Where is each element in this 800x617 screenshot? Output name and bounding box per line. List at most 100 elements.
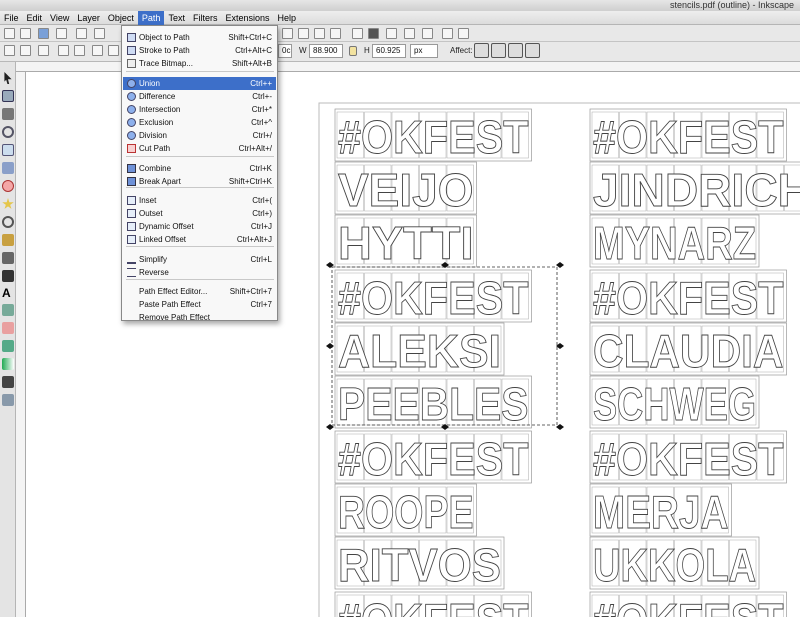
menu-file[interactable]: File: [0, 11, 23, 25]
select-all-icon[interactable]: [4, 45, 15, 56]
menu-item-intersection[interactable]: Intersection Ctrl+*: [123, 103, 276, 116]
connector-tool-icon[interactable]: [2, 394, 14, 406]
menu-item-cut-path[interactable]: Cut Path Ctrl+Alt+/: [123, 142, 276, 155]
menu-item-division[interactable]: Division Ctrl+/: [123, 129, 276, 142]
print-icon[interactable]: [56, 28, 67, 39]
selector-tool-icon[interactable]: [4, 72, 12, 84]
menu-item-label: Intersection: [139, 105, 181, 114]
fill-stroke-icon[interactable]: [386, 28, 397, 39]
menu-text[interactable]: Text: [164, 11, 189, 25]
menu-item-stroke-to-path[interactable]: Stroke to Path Ctrl+Alt+C: [123, 44, 276, 57]
stencil-text: #OKFEST: [593, 272, 784, 324]
align-icon[interactable]: [422, 28, 433, 39]
new-document-icon[interactable]: [4, 28, 15, 39]
gradient-tool-icon[interactable]: [2, 358, 14, 370]
zoom-selection-icon[interactable]: [282, 28, 293, 39]
dropper-tool-icon[interactable]: [2, 376, 14, 388]
menu-object[interactable]: Object: [104, 11, 138, 25]
rotate-cw-icon[interactable]: [74, 45, 85, 56]
scale-stroke-icon[interactable]: [474, 43, 489, 58]
menu-view[interactable]: View: [46, 11, 73, 25]
calligraphy-tool-icon[interactable]: [2, 270, 14, 282]
rectangle-tool-icon[interactable]: [2, 144, 14, 156]
unit-select[interactable]: px: [410, 44, 438, 58]
duplicate-icon[interactable]: [314, 28, 325, 39]
flip-vertical-icon[interactable]: [108, 45, 119, 56]
menu-item-exclusion[interactable]: Exclusion Ctrl+^: [123, 116, 276, 129]
star-tool-icon[interactable]: [2, 198, 14, 209]
menu-item-label: Combine: [139, 164, 172, 173]
spiral-tool-icon[interactable]: [2, 216, 14, 228]
transform-patterns-icon[interactable]: [525, 43, 540, 58]
menu-edit[interactable]: Edit: [23, 11, 47, 25]
menu-item-union[interactable]: Union Ctrl++: [123, 77, 276, 90]
pencil-tool-icon[interactable]: [2, 234, 14, 246]
menu-item-paste-path-effect[interactable]: Paste Path Effect Ctrl+7: [123, 298, 276, 311]
text-tool-icon[interactable]: [368, 28, 379, 39]
menu-item-object-to-path[interactable]: Object to Path Shift+Ctrl+C: [123, 31, 276, 44]
menu-item-linked-offset[interactable]: Linked Offset Ctrl+Alt+J: [123, 233, 276, 246]
stencil-text: PEEBLES: [338, 378, 529, 430]
intersection-icon: [127, 105, 136, 114]
exclusion-icon: [127, 118, 136, 127]
menu-item-simplify[interactable]: Simplify Ctrl+L: [123, 253, 276, 266]
eraser-tool-icon[interactable]: [2, 322, 14, 334]
menu-item-reverse[interactable]: Reverse: [123, 266, 276, 279]
3d-box-tool-icon[interactable]: [2, 162, 14, 174]
spray-tool-icon[interactable]: [2, 304, 14, 316]
select-all-layers-icon[interactable]: [20, 45, 31, 56]
menu-item-shortcut: Ctrl+Alt+/: [238, 144, 272, 153]
menu-item-trace-bitmap[interactable]: Trace Bitmap... Shift+Alt+B: [123, 57, 276, 70]
paint-bucket-icon[interactable]: [2, 340, 14, 352]
stencil-text: JINDRICH: [593, 164, 800, 216]
zoom-drawing-icon[interactable]: [298, 28, 309, 39]
rotate-ccw-icon[interactable]: [58, 45, 69, 56]
stencil-text: #OKFEST: [593, 433, 784, 485]
menu-item-remove-path-effect[interactable]: Remove Path Effect: [123, 311, 276, 324]
menu-filters[interactable]: Filters: [189, 11, 222, 25]
text-tool-icon-label[interactable]: A: [2, 287, 14, 299]
clone-icon[interactable]: [330, 28, 341, 39]
node-tool-icon[interactable]: [2, 90, 14, 102]
menu-item-break-apart[interactable]: Break Apart Shift+Ctrl+K: [123, 175, 276, 188]
menu-item-label: Path Effect Editor...: [139, 287, 208, 296]
width-field[interactable]: 88.900: [309, 44, 343, 58]
h-label: H: [364, 46, 370, 55]
menu-path[interactable]: Path: [137, 10, 165, 25]
menu-item-difference[interactable]: Difference Ctrl+-: [123, 90, 276, 103]
menu-extensions[interactable]: Extensions: [221, 11, 273, 25]
menu-item-combine[interactable]: Combine Ctrl+K: [123, 162, 276, 175]
menu-item-shortcut: Ctrl+L: [250, 255, 272, 264]
flip-horizontal-icon[interactable]: [92, 45, 103, 56]
union-icon: [127, 79, 136, 88]
stencil-text: HYTTI: [338, 217, 474, 269]
transform-gradients-icon[interactable]: [508, 43, 523, 58]
scale-corners-icon[interactable]: [491, 43, 506, 58]
menu-item-path-effect-editor[interactable]: Path Effect Editor... Shift+Ctrl+7: [123, 285, 276, 298]
document-properties-icon[interactable]: [458, 28, 469, 39]
open-file-icon[interactable]: [20, 28, 31, 39]
path-menu-dropdown: Object to Path Shift+Ctrl+C Stroke to Path…: [121, 25, 278, 324]
deselect-icon[interactable]: [38, 45, 49, 56]
menu-layer[interactable]: Layer: [73, 11, 104, 25]
xml-editor-icon[interactable]: [404, 28, 415, 39]
group-icon[interactable]: [352, 28, 363, 39]
preferences-icon[interactable]: [442, 28, 453, 39]
menu-item-shortcut: Ctrl++: [250, 79, 272, 88]
save-icon[interactable]: [38, 28, 49, 39]
export-icon[interactable]: [94, 28, 105, 39]
import-icon[interactable]: [76, 28, 87, 39]
menu-help[interactable]: Help: [273, 11, 300, 25]
menu-item-dynamic-offset[interactable]: Dynamic Offset Ctrl+J: [123, 220, 276, 233]
pen-tool-icon[interactable]: [2, 252, 14, 264]
menu-item-outset[interactable]: Outset Ctrl+): [123, 207, 276, 220]
height-field[interactable]: 60.925: [372, 44, 406, 58]
menu-item-label: Remove Path Effect: [139, 313, 210, 322]
lock-icon[interactable]: [349, 46, 357, 56]
menu-item-inset[interactable]: Inset Ctrl+(: [123, 194, 276, 207]
ellipse-tool-icon[interactable]: [2, 180, 14, 192]
zoom-tool-icon[interactable]: [2, 126, 14, 138]
menu-item-label: Division: [139, 131, 168, 140]
tweak-tool-icon[interactable]: [2, 108, 14, 120]
x-field-tail[interactable]: 0c: [278, 44, 292, 58]
